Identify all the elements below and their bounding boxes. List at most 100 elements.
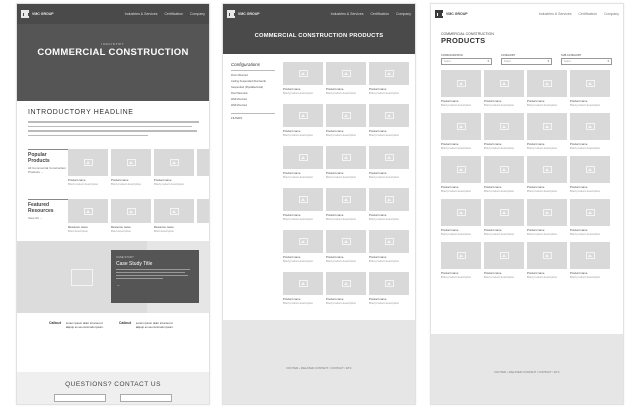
select-label: SUB CATEGORY: [561, 54, 582, 57]
product-card[interactable]: Product name Brief product description: [283, 230, 323, 272]
product-card[interactable]: Product name Brief product description: [369, 272, 409, 314]
product-card[interactable]: Product name Brief product description: [283, 146, 323, 188]
product-card[interactable]: Product name Brief product description: [484, 156, 524, 199]
product-card[interactable]: Product name Brief product description: [326, 146, 366, 188]
image-placeholder-icon: [585, 209, 595, 216]
product-card[interactable]: Product name Brief product description: [326, 272, 366, 314]
logo-icon[interactable]: [227, 10, 235, 18]
product-card[interactable]: Product name Brief product description: [283, 104, 323, 146]
nav-item-certification[interactable]: Certification: [579, 12, 597, 16]
image-placeholder-icon: [499, 166, 509, 173]
product-card[interactable]: Product name Brief product description: [326, 188, 366, 230]
nav-item-company[interactable]: Company: [190, 12, 205, 16]
filters-toggle[interactable]: FILTERS: [231, 113, 275, 120]
product-card[interactable]: Product name Brief product description: [369, 230, 409, 272]
product-card[interactable]: Product name Brief product description: [369, 62, 409, 104]
image-placeholder-icon: [585, 80, 595, 87]
image-placeholder-icon: [384, 112, 394, 119]
product-card[interactable]: Product name Brief product description: [326, 62, 366, 104]
resource-card[interactable]: Resource name Brief description: [154, 199, 194, 233]
product-card[interactable]: Product name Brief product description: [326, 104, 366, 146]
product-card[interactable]: Product name Brief product description: [68, 149, 108, 186]
brand-name[interactable]: VMC GROUP: [446, 12, 468, 16]
contact-field[interactable]: [120, 394, 172, 402]
product-card[interactable]: Product name Brief product description: [484, 242, 524, 285]
nav-item-industries[interactable]: Industries & Services: [539, 12, 572, 16]
sidebar-item[interactable]: Wall Mounted: [231, 98, 275, 101]
product-card[interactable]: Product name Brief product description: [283, 62, 323, 104]
sidebar-item[interactable]: Roof Mounted: [231, 92, 275, 95]
image-placeholder-icon: [169, 207, 179, 215]
image-placeholder-icon: [456, 166, 466, 173]
product-description: Brief product description: [326, 91, 357, 95]
product-description: Brief product description: [326, 133, 357, 137]
image-placeholder-icon: [298, 154, 308, 161]
sidebar-item[interactable]: Suspended (Pipe/Electrical): [231, 86, 275, 89]
nav-item-certification[interactable]: Certification: [165, 12, 183, 16]
product-card[interactable]: Product name Brief product description: [484, 113, 524, 156]
product-card[interactable]: Product name Brief product description: [570, 156, 610, 199]
product-card[interactable]: Product name Brief product description: [369, 146, 409, 188]
product-card[interactable]: Product name Brief product description: [484, 199, 524, 242]
popular-products-label: Popular Products: [28, 152, 50, 164]
configuration-select[interactable]: Select: [441, 58, 492, 65]
category-select[interactable]: Select: [501, 58, 552, 65]
product-card[interactable]: Product name Brief product description: [283, 272, 323, 314]
product-description: Brief product description: [570, 189, 601, 193]
page-footer: FOOTER + RELATED CONTENT / CONTACT / ETC: [431, 334, 623, 404]
all-products-link[interactable]: All Commercial Construction Products →: [28, 166, 68, 174]
product-card[interactable]: Product name Brief product description: [441, 70, 481, 113]
product-description: Brief product description: [283, 301, 314, 305]
logo-icon[interactable]: [435, 10, 443, 18]
view-all-link[interactable]: View All →: [28, 216, 68, 220]
logo-icon[interactable]: [21, 10, 29, 18]
sidebar-item[interactable]: Wall Mounted: [231, 104, 275, 107]
subcategory-select[interactable]: Select: [561, 58, 612, 65]
product-card[interactable]: Product name Brief product description: [369, 104, 409, 146]
product-card[interactable]: Product name Brief product description: [570, 70, 610, 113]
image-placeholder-icon: [542, 252, 552, 259]
nav-item-industries[interactable]: Industries & Services: [125, 12, 158, 16]
product-card[interactable]: Product name Brief product description: [527, 199, 567, 242]
nav-item-company[interactable]: Company: [604, 12, 619, 16]
image-placeholder-icon: [341, 70, 351, 77]
resource-card[interactable]: Resource name Brief description: [111, 199, 151, 233]
resource-card[interactable]: Resource name Brief description: [68, 199, 108, 233]
resource-card[interactable]: [197, 199, 209, 233]
contact-field[interactable]: [54, 394, 106, 402]
product-listing-wireframe: VMC GROUP Industries & Services Certific…: [222, 3, 416, 405]
product-card[interactable]: Product name Brief product description: [441, 199, 481, 242]
product-card[interactable]: Product name Brief product description: [369, 188, 409, 230]
image-placeholder-icon: [341, 280, 351, 287]
product-description: Brief product description: [369, 175, 400, 179]
product-card[interactable]: Product name Brief product description: [527, 70, 567, 113]
main-nav: Industries & Services Certification Comp…: [331, 12, 411, 16]
product-card[interactable]: Product name Brief product description: [484, 70, 524, 113]
case-study-card[interactable]: CASE STUDY Case Study Title →: [111, 250, 199, 303]
nav-item-company[interactable]: Company: [396, 12, 411, 16]
product-card[interactable]: Product name Brief product description: [441, 242, 481, 285]
arrow-right-icon[interactable]: →: [116, 282, 194, 287]
product-card[interactable]: Product name Brief product description: [570, 113, 610, 156]
brand-name[interactable]: VMC GROUP: [238, 12, 260, 16]
image-placeholder-icon: [585, 252, 595, 259]
sidebar-item[interactable]: Floor Mounted: [231, 74, 275, 77]
product-card[interactable]: Product name Brief product description: [154, 149, 194, 186]
product-card[interactable]: Product name Brief product description: [527, 242, 567, 285]
product-card[interactable]: Product name Brief product description: [527, 156, 567, 199]
sidebar-item[interactable]: Ceiling Suspended (Ductwork): [231, 80, 275, 83]
product-card[interactable]: Product name Brief product description: [570, 199, 610, 242]
brand-name[interactable]: VMC GROUP: [32, 12, 54, 16]
nav-item-industries[interactable]: Industries & Services: [331, 12, 364, 16]
nav-item-certification[interactable]: Certification: [371, 12, 389, 16]
product-card[interactable]: Product name Brief product description: [441, 156, 481, 199]
product-card[interactable]: Product name Brief product description: [570, 242, 610, 285]
product-card[interactable]: Product name Brief product description: [111, 149, 151, 186]
product-card[interactable]: Product name Brief product description: [527, 113, 567, 156]
product-card[interactable]: [197, 149, 209, 186]
product-card[interactable]: Product name Brief product description: [283, 188, 323, 230]
product-card[interactable]: Product name Brief product description: [326, 230, 366, 272]
site-header: VMC GROUP Industries & Services Certific…: [431, 4, 623, 24]
product-card[interactable]: Product name Brief product description: [441, 113, 481, 156]
image-placeholder-icon: [542, 80, 552, 87]
